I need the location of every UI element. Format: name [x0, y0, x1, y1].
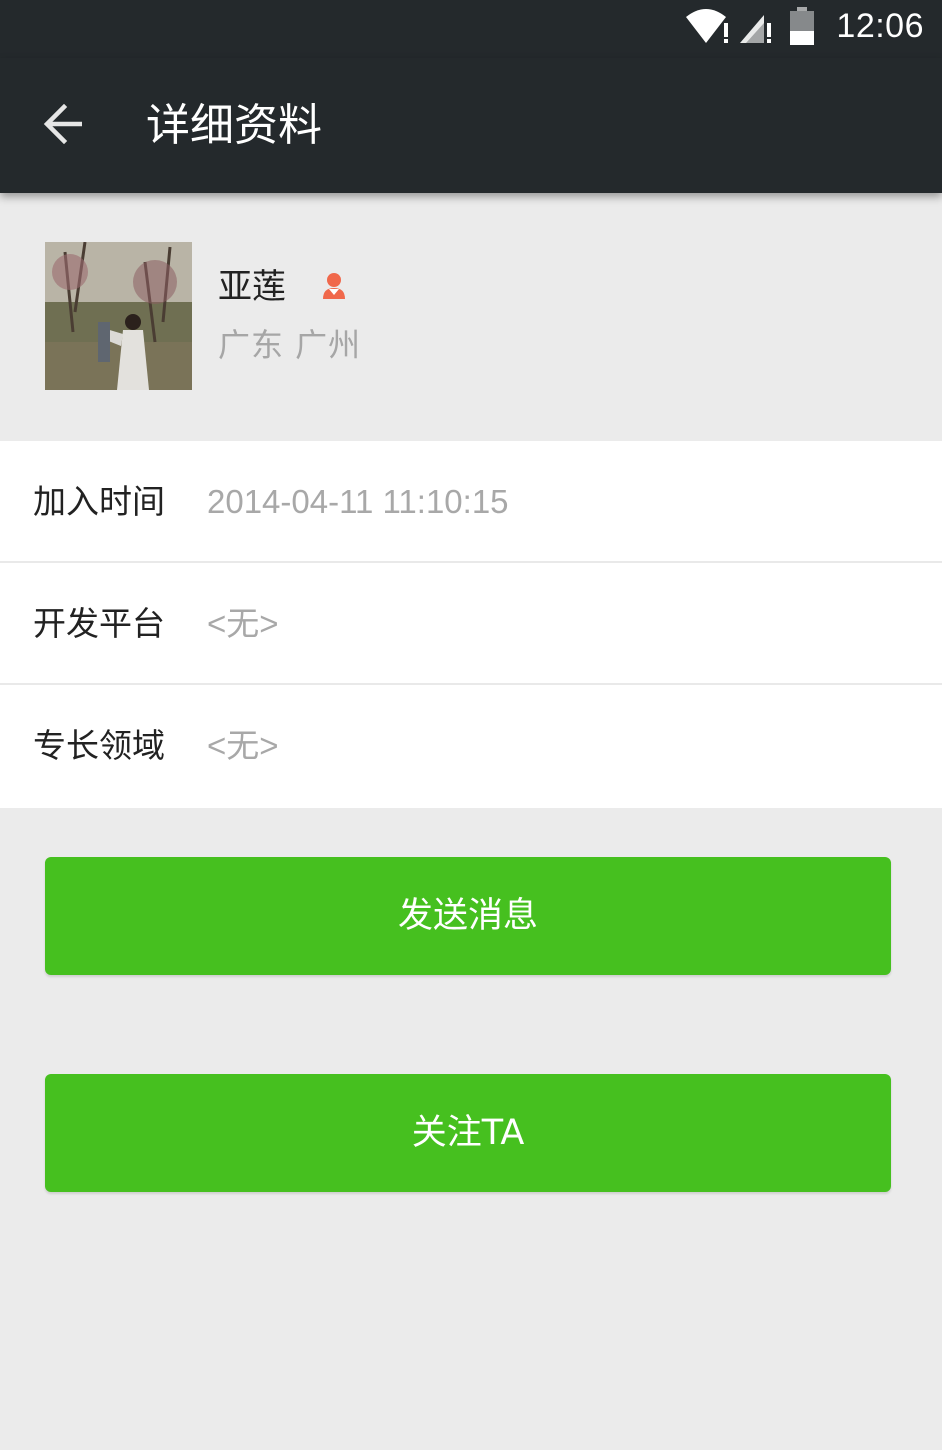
back-button[interactable]: [30, 92, 98, 160]
avatar[interactable]: [45, 242, 192, 390]
info-label: 加入时间: [33, 482, 165, 521]
user-name: 亚莲: [218, 267, 286, 307]
info-value: 2014-04-11 11:10:15: [207, 483, 509, 520]
send-message-button[interactable]: 发送消息: [45, 857, 891, 975]
info-value: <无>: [207, 605, 279, 642]
info-label: 开发平台: [33, 604, 165, 643]
battery-icon: [790, 7, 815, 45]
info-value: <无>: [207, 727, 279, 764]
info-row-expertise: 专长领域 <无>: [0, 685, 942, 807]
app-bar: 详细资料: [0, 58, 942, 193]
follow-button[interactable]: 关注TA: [45, 1074, 891, 1192]
page-title: 详细资料: [146, 100, 322, 151]
female-user-icon: [320, 271, 348, 301]
info-row-join-time: 加入时间 2014-04-11 11:10:15: [0, 441, 942, 563]
status-bar: 12:06: [0, 0, 942, 58]
arrow-left-icon: [42, 103, 86, 148]
info-row-platform: 开发平台 <无>: [0, 563, 942, 685]
info-label: 专长领域: [33, 726, 165, 765]
profile-header: 亚莲 广东 广州: [0, 193, 942, 441]
wifi-icon: [684, 7, 734, 45]
profile-detail-screen: 12:06 详细资料 亚莲 广东 广州 加入时间 2014-04-11 11:1…: [0, 0, 942, 1450]
status-icons: 12:06: [684, 6, 924, 46]
info-list: 加入时间 2014-04-11 11:10:15 开发平台 <无> 专长领域 <…: [0, 441, 942, 808]
user-location: 广东 广州: [218, 326, 362, 364]
status-time: 12:06: [836, 6, 924, 45]
signal-icon: [738, 7, 772, 45]
